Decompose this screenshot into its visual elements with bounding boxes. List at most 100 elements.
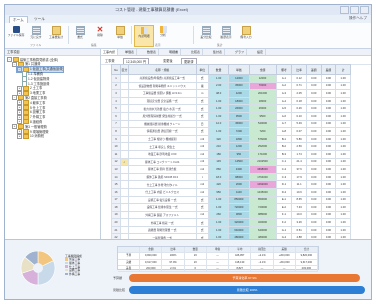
table-cell[interactable]: 9500: [248, 111, 277, 121]
tab-tools[interactable]: ツール: [31, 16, 48, 22]
table-cell[interactable]: 0.00: [320, 134, 337, 144]
table-row[interactable]: 18 設備工事 給排水衛生 一式式 1.00 720000 720000 E-2 7.33 0…: [110, 203, 351, 212]
table-cell[interactable]: 0.00: [320, 210, 337, 220]
analysis-button[interactable]: 分析: [154, 25, 172, 45]
table-cell[interactable]: 0.00: [320, 142, 337, 151]
table-cell[interactable]: 1.00: [335, 142, 351, 151]
table-cell[interactable]: 320: [207, 134, 230, 144]
table-cell[interactable]: A-3: [275, 89, 293, 98]
compare-button[interactable]: 差分比較: [197, 25, 215, 45]
table-cell[interactable]: A-4: [275, 96, 293, 106]
table-cell[interactable]: [120, 180, 129, 189]
table-row[interactable]: 19 外構工事 舗装 アスファルト m2 260 3800 988000 F-1 10.0 0.…: [110, 210, 351, 220]
table-cell[interactable]: 3.26: [291, 218, 307, 227]
table-cell[interactable]: 式: [195, 111, 209, 121]
table-cell[interactable]: [120, 142, 129, 151]
table-cell[interactable]: 0.00: [320, 225, 337, 235]
table-cell[interactable]: 4300: [228, 165, 250, 174]
table-cell[interactable]: [120, 187, 129, 197]
table-cell[interactable]: 0.00: [305, 111, 322, 121]
table-cell[interactable]: 1.00: [335, 187, 351, 197]
table-cell[interactable]: 13: [110, 165, 122, 174]
table-cell[interactable]: 土工事 根切り 機械掘削: [127, 134, 197, 144]
table-cell[interactable]: A-5: [275, 104, 293, 113]
sheet-tab[interactable]: 数量表: [145, 49, 160, 55]
table-cell[interactable]: 0.00: [305, 142, 322, 151]
table-cell[interactable]: 0.18: [291, 96, 307, 106]
table-cell[interactable]: A-7: [275, 119, 293, 129]
table-cell[interactable]: 2.56: [291, 142, 307, 151]
table-cell[interactable]: 10: [110, 142, 122, 151]
table-cell[interactable]: 0.00: [320, 172, 337, 182]
table-cell[interactable]: 1764000: [248, 172, 277, 182]
history-button[interactable]: 履歴表示: [217, 25, 235, 45]
table-cell[interactable]: 0.00: [305, 172, 322, 182]
table-cell[interactable]: 1.00: [335, 74, 351, 83]
table-cell[interactable]: 1800: [228, 134, 250, 144]
table-cell[interactable]: [120, 81, 129, 91]
table-row[interactable]: 2 仮設建物費 現場事務所 ユニットハウス棟 2.00 35000 70000 A-2 0.…: [110, 81, 351, 91]
table-cell[interactable]: 1.00: [335, 157, 351, 167]
table-cell[interactable]: 0.00: [320, 74, 337, 83]
table-cell[interactable]: 640000: [228, 225, 250, 235]
table-cell[interactable]: m2: [195, 210, 209, 220]
table-cell[interactable]: 0.00: [305, 187, 322, 197]
table-cell[interactable]: 棟: [195, 81, 209, 91]
table-cell[interactable]: 720000: [248, 203, 277, 212]
table-cell[interactable]: [120, 210, 129, 220]
table-cell[interactable]: 1.00: [207, 104, 230, 113]
table-cell[interactable]: 7: [110, 119, 122, 129]
table-cell[interactable]: D-1: [275, 180, 293, 189]
table-cell[interactable]: 18000: [228, 96, 250, 106]
table-row[interactable]: 13 躯体工事 型枠 普通合板 m2 860 4300 3698000 C-2 37.6 0.0…: [110, 165, 351, 174]
table-cell[interactable]: [120, 172, 129, 182]
table-cell[interactable]: 1.00: [207, 127, 230, 136]
table-cell[interactable]: 720000: [228, 203, 250, 212]
table-row[interactable]: 6 屋外整理清掃費 発生材処分 一式式 1.00 9500 9500 A-6 0.10 0.0…: [110, 111, 351, 121]
table-cell[interactable]: 0.12: [291, 74, 307, 83]
column-header[interactable]: 金額: [248, 64, 277, 75]
table-cell[interactable]: 3800: [228, 210, 250, 220]
table-cell[interactable]: 0.00: [305, 81, 322, 91]
table-cell[interactable]: 37.6: [291, 165, 307, 174]
table-cell[interactable]: 0.00: [305, 96, 322, 106]
table-cell[interactable]: 1092000: [248, 180, 277, 189]
table-cell[interactable]: [120, 111, 129, 121]
expand-icon[interactable]: +: [17, 133, 22, 139]
table-cell[interactable]: 環境安全費 安全設備 一式: [127, 96, 197, 106]
table-cell[interactable]: 1.00: [207, 111, 230, 121]
table-cell[interactable]: 15: [110, 180, 122, 189]
table-cell[interactable]: 1.00: [335, 225, 351, 235]
table-cell[interactable]: 14500: [228, 157, 250, 167]
table-cell[interactable]: E-2: [275, 203, 293, 212]
table-cell[interactable]: 0.00: [320, 89, 337, 98]
delete-button[interactable]: ✕ 削除: [91, 25, 109, 45]
sheet-tab[interactable]: 設定: [255, 49, 267, 55]
table-cell[interactable]: 5: [110, 104, 122, 113]
table-cell[interactable]: [120, 119, 129, 129]
table-cell[interactable]: 1.00: [207, 203, 230, 212]
table-cell[interactable]: 0.71: [291, 81, 307, 91]
table-cell[interactable]: 屋外整理清掃費 発生材処分 一式: [127, 111, 197, 121]
column-header[interactable]: 単位: [195, 64, 209, 75]
minimize-button[interactable]: [340, 6, 349, 14]
table-cell[interactable]: 1.00: [335, 96, 351, 106]
table-cell[interactable]: 躯体工事 型枠 普通合板: [127, 165, 197, 174]
table-cell[interactable]: 21: [110, 225, 122, 235]
table-cell[interactable]: B-3: [275, 149, 293, 159]
table-cell[interactable]: F-1: [275, 210, 293, 220]
detail-button[interactable]: 内訳明細: [134, 25, 154, 47]
sheet-tab[interactable]: 集計表: [211, 49, 226, 55]
table-row[interactable]: 15 仕上工事 外壁 吹付タイル m2 420 2600 1092000 D-1 11.1 0.…: [110, 180, 351, 189]
table-cell[interactable]: ✓: [120, 157, 129, 167]
table-cell[interactable]: 26000: [248, 104, 277, 113]
price-button[interactable]: 単価: [111, 25, 129, 45]
help-link[interactable]: 操作ヘルプ: [349, 16, 367, 21]
table-row[interactable]: 16 仕上工事 内装 ビニルクロス m2 950 1100 1045000 D-2 10.6 0…: [110, 187, 351, 197]
table-cell[interactable]: 1.00: [207, 96, 230, 106]
table-cell[interactable]: E-1: [275, 195, 293, 205]
column-header[interactable]: 比率: [291, 64, 307, 75]
column-header[interactable]: 名称・規格: [127, 64, 197, 75]
table-cell[interactable]: [120, 96, 129, 106]
table-row[interactable]: 3 工事施設費 仮囲い 鋼板 H=3.0m m 48.0 4200 201600 A-3 2.…: [110, 89, 351, 98]
